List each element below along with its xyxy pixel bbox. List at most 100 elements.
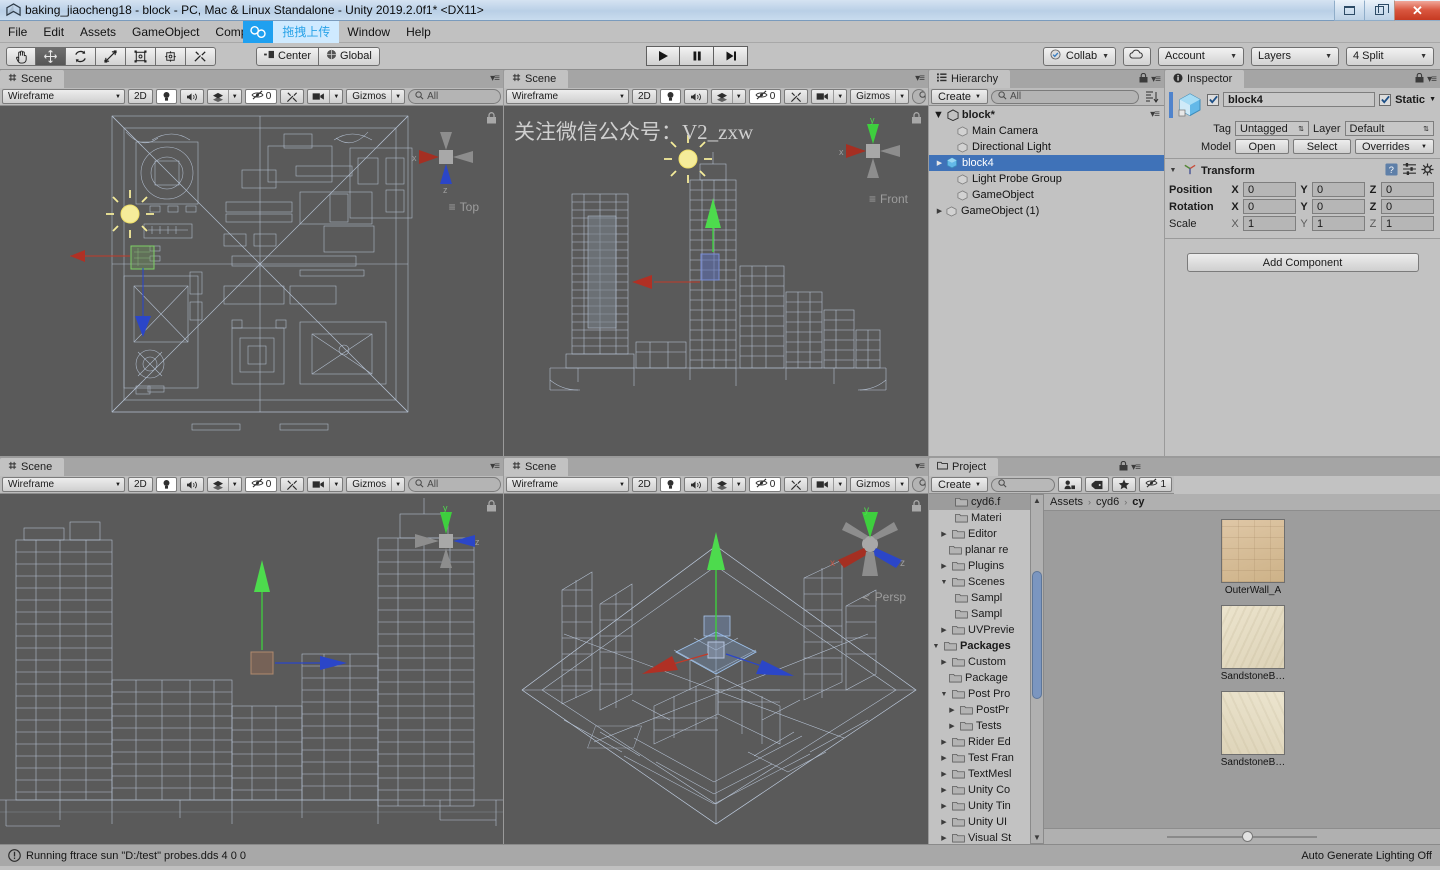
chevron-right-icon[interactable]: ▶	[939, 738, 949, 746]
scale-x-input[interactable]: 1	[1243, 216, 1296, 231]
lock-icon[interactable]	[1139, 73, 1148, 86]
project-tree-item[interactable]: ▶ Tests	[929, 718, 1039, 734]
effects-dropdown-button[interactable]: ▼	[207, 89, 242, 104]
chevron-right-icon[interactable]: ▶	[934, 207, 945, 215]
chevron-right-icon[interactable]: ▶	[947, 706, 957, 714]
scale-y-input[interactable]: 1	[1312, 216, 1365, 231]
add-component-button[interactable]: Add Component	[1187, 253, 1419, 272]
gizmos-button[interactable]: Gizmos ▼	[346, 89, 405, 104]
toggle-2d-button[interactable]: 2D	[632, 89, 657, 104]
hierarchy-item-light-probe-group[interactable]: Light Probe Group	[929, 171, 1164, 187]
project-tree-item[interactable]: ▶ Test Fran	[929, 750, 1039, 766]
breadcrumb-assets[interactable]: Assets	[1050, 496, 1083, 508]
lock-icon[interactable]	[486, 112, 497, 127]
lock-icon[interactable]	[911, 500, 922, 515]
hierarchy-item-main-camera[interactable]: Main Camera	[929, 123, 1164, 139]
menu-gameobject[interactable]: GameObject	[124, 21, 207, 42]
panel-menu-button[interactable]: ▾≡	[1427, 74, 1436, 85]
project-tree-item[interactable]: ▼ Post Pro	[929, 686, 1039, 702]
pause-button[interactable]	[680, 46, 714, 66]
lock-icon[interactable]	[1119, 461, 1128, 474]
project-tree-item[interactable]: ▶ Plugins	[929, 558, 1039, 574]
position-y-input[interactable]: 0	[1312, 182, 1365, 197]
scene-camera-button[interactable]: ▼	[811, 477, 847, 492]
scene-axis-gizmo[interactable]: y z	[409, 504, 483, 578]
chevron-down-icon[interactable]: ▼	[1429, 96, 1436, 103]
static-checkbox[interactable]	[1379, 94, 1391, 106]
scroll-up-arrow[interactable]: ▲	[1033, 496, 1041, 505]
gizmos-button[interactable]: Gizmos ▼	[346, 477, 405, 492]
project-tree-item[interactable]: ▶ Unity UI	[929, 814, 1039, 830]
scene-camera-button[interactable]: ▼	[307, 477, 343, 492]
gizmos-button[interactable]: Gizmos ▼	[850, 89, 909, 104]
scene-tools-button[interactable]	[280, 89, 304, 104]
hidden-objects-button[interactable]: 0	[245, 89, 278, 104]
hidden-objects-button[interactable]: 0	[749, 89, 782, 104]
chevron-right-icon[interactable]: ▶	[939, 834, 949, 842]
lighting-toggle-button[interactable]	[156, 89, 177, 104]
scene-viewport-top[interactable]: x z ≡ Top	[0, 106, 503, 458]
draw-mode-dropdown[interactable]: Wireframe▼	[2, 477, 125, 492]
hand-tool-button[interactable]	[6, 47, 36, 66]
splitter-horizontal-2[interactable]	[929, 456, 1440, 458]
project-tree-item[interactable]: ▼ Scenes	[929, 574, 1039, 590]
hierarchy-item-gameobject-1[interactable]: ▶ GameObject (1)	[929, 203, 1164, 219]
tab-scene[interactable]: Scene	[504, 458, 568, 476]
tab-scene[interactable]: Scene	[0, 70, 64, 88]
chevron-right-icon[interactable]: ▶	[939, 626, 949, 634]
panel-menu-button[interactable]: ▾≡	[1151, 74, 1160, 85]
asset-item[interactable]: OuterWall_A	[1066, 519, 1440, 596]
custom-tool-button[interactable]	[186, 47, 216, 66]
scene-projection-label[interactable]: ≺ Persp	[861, 590, 906, 604]
chevron-right-icon[interactable]: ▶	[947, 722, 957, 730]
project-tree-item[interactable]: cyd6.f	[929, 494, 1039, 510]
close-button[interactable]: ✕	[1394, 0, 1440, 21]
draw-mode-dropdown[interactable]: Wireframe▼	[506, 89, 629, 104]
scale-z-input[interactable]: 1	[1381, 216, 1434, 231]
hidden-objects-button[interactable]: 0	[245, 477, 278, 492]
create-button[interactable]: Create ▼	[931, 477, 988, 492]
scene-viewport-side[interactable]: y z	[0, 494, 503, 844]
effects-dropdown-button[interactable]: ▼	[711, 89, 746, 104]
effects-dropdown-button[interactable]: ▼	[711, 477, 746, 492]
project-search-input[interactable]	[991, 478, 1055, 492]
minimize-button[interactable]	[1334, 0, 1364, 21]
wechat-upload-button[interactable]: 拖拽上传	[243, 21, 339, 42]
scene-camera-button[interactable]: ▼	[307, 89, 343, 104]
gear-icon[interactable]	[1421, 163, 1434, 179]
lock-icon[interactable]	[486, 500, 497, 515]
toggle-2d-button[interactable]: 2D	[128, 89, 153, 104]
scene-search-input[interactable]: All	[408, 477, 501, 492]
scene-tools-button[interactable]	[280, 477, 304, 492]
chevron-right-icon[interactable]: ▶	[939, 802, 949, 810]
panel-menu-button[interactable]: ▾≡	[490, 461, 499, 472]
effects-dropdown-button[interactable]: ▼	[207, 477, 242, 492]
filter-type-button[interactable]	[1058, 477, 1082, 492]
lighting-toggle-button[interactable]	[156, 477, 177, 492]
position-x-input[interactable]: 0	[1243, 182, 1296, 197]
rotate-tool-button[interactable]	[66, 47, 96, 66]
project-tree-item[interactable]: ▶ PostPr	[929, 702, 1039, 718]
step-button[interactable]	[714, 46, 748, 66]
audio-toggle-button[interactable]	[180, 477, 204, 492]
chevron-right-icon[interactable]: ▶	[939, 562, 949, 570]
splitter-horizontal-1[interactable]	[0, 456, 928, 458]
menu-edit[interactable]: Edit	[35, 21, 72, 42]
scene-projection-label[interactable]: ≡ Top	[449, 200, 479, 214]
scene-axis-gizmo[interactable]: x y	[836, 114, 910, 188]
play-button[interactable]	[646, 46, 680, 66]
menu-help[interactable]: Help	[398, 21, 439, 42]
panel-menu-button[interactable]: ▾≡	[1131, 462, 1140, 473]
rotation-y-input[interactable]: 0	[1312, 199, 1365, 214]
chevron-right-icon[interactable]: ▶	[934, 159, 945, 167]
project-tree-item[interactable]: ▶ Unity Tin	[929, 798, 1039, 814]
panel-menu-button[interactable]: ▾≡	[915, 461, 924, 472]
project-tree-scrollbar[interactable]: ▲ ▼	[1030, 494, 1044, 844]
chevron-right-icon[interactable]: ▶	[939, 770, 949, 778]
hidden-objects-button[interactable]: 0	[749, 477, 782, 492]
favorites-button[interactable]	[1112, 477, 1136, 492]
audio-toggle-button[interactable]	[180, 89, 204, 104]
scene-viewport-perspective[interactable]: y x z ≺ Persp	[504, 494, 928, 844]
scene-tools-button[interactable]	[784, 89, 808, 104]
collab-button[interactable]: Collab ▼	[1043, 47, 1116, 66]
